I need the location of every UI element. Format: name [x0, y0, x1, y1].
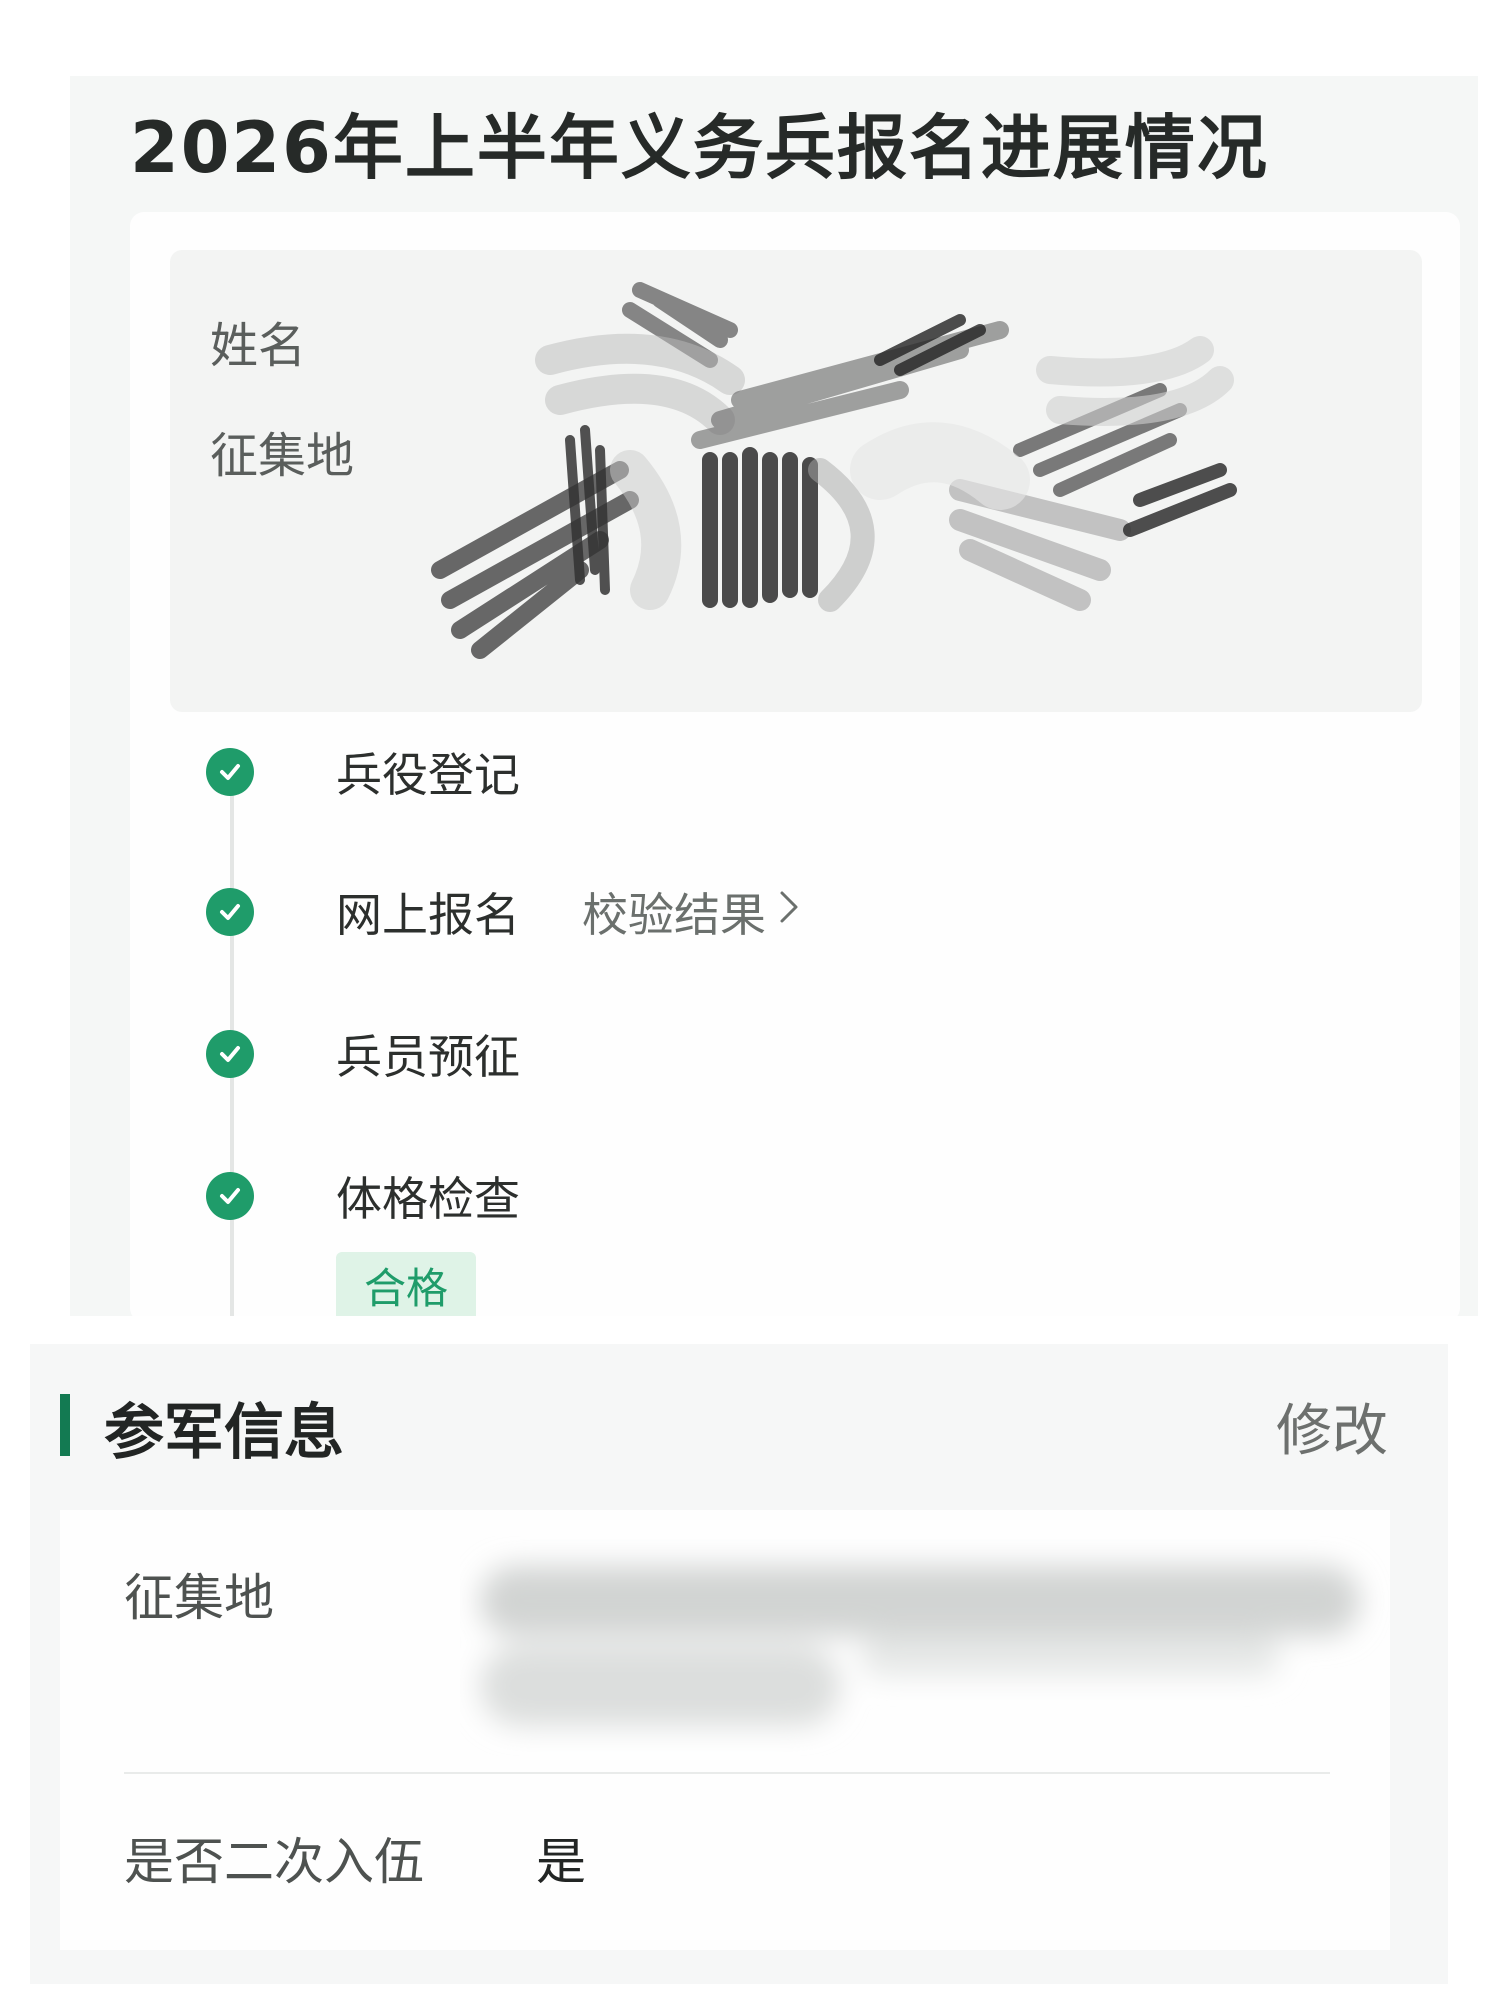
- step-military-registration: 兵役登记: [206, 742, 520, 802]
- section-accent-bar: [60, 1394, 70, 1456]
- recruitment-region-label: 征集地: [124, 1569, 274, 1627]
- step-label: 兵役登记: [336, 748, 520, 802]
- step-label: 网上报名: [336, 888, 520, 942]
- check-circle-icon: [206, 888, 254, 936]
- check-circle-icon: [206, 1030, 254, 1078]
- section-header: 参军信息 修改: [30, 1384, 1448, 1474]
- redaction-scribble: [431, 282, 1237, 659]
- verification-result-label: 校验结果: [582, 888, 766, 942]
- step-physical-exam: 体格检查: [206, 1166, 520, 1226]
- redaction-blur: [480, 1566, 1360, 1726]
- page-title: 2026年上半年义务兵报名进展情况: [130, 107, 1269, 189]
- chevron-right-icon: [778, 889, 800, 935]
- reenlistment-value: 是: [536, 1833, 586, 1891]
- reenlistment-label: 是否二次入伍: [124, 1833, 424, 1891]
- exam-result-badge: 合格: [336, 1252, 477, 1316]
- progress-steps: 兵役登记 网上报名 校验结果 兵员预征 体格检查 合格: [130, 742, 1460, 1316]
- enlistment-info-card: 征集地 是否二次入伍 是: [60, 1510, 1390, 1950]
- identity-box: 姓名 征集地: [170, 250, 1422, 712]
- info-row-reenlistment: 是否二次入伍 是: [60, 1774, 1390, 1950]
- step-pre-recruitment: 兵员预征: [206, 1024, 520, 1084]
- step-online-registration: 网上报名 校验结果: [206, 882, 800, 942]
- registration-progress-panel: 2026年上半年义务兵报名进展情况 姓名 征集地 兵役登记 网上报名 校验结果 …: [70, 76, 1478, 1316]
- name-label: 姓名: [210, 318, 307, 374]
- enlistment-info-section: 参军信息 修改 征集地 是否二次入伍 是: [30, 1344, 1448, 1984]
- check-circle-icon: [206, 748, 254, 796]
- edit-button[interactable]: 修改: [1276, 1386, 1388, 1467]
- section-title: 参军信息: [104, 1398, 344, 1468]
- check-circle-icon: [206, 1172, 254, 1220]
- step-label: 体格检查: [336, 1172, 520, 1226]
- progress-card: 姓名 征集地 兵役登记 网上报名 校验结果 兵员预征 体格检查 合格: [130, 212, 1460, 1316]
- recruitment-region-label: 征集地: [210, 428, 355, 484]
- verification-result-link[interactable]: 校验结果: [582, 879, 800, 945]
- info-row-recruitment-region: 征集地: [60, 1510, 1390, 1772]
- step-label: 兵员预征: [336, 1030, 520, 1084]
